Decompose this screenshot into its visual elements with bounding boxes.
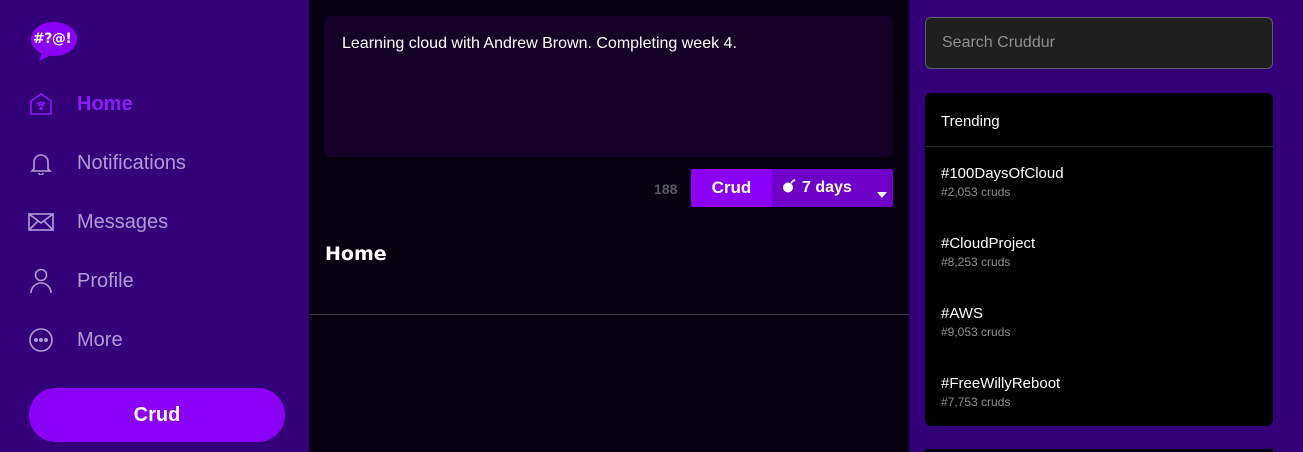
envelope-icon: [28, 209, 54, 235]
main-feed: Learning cloud with Andrew Brown. Comple…: [309, 0, 909, 452]
trending-title: Trending: [941, 113, 1000, 130]
trending-count: #7,753 cruds: [941, 395, 1011, 409]
trending-panel: Trending #100DaysOfCloud #2,053 cruds #C…: [925, 93, 1273, 426]
divider: [925, 146, 1273, 147]
sidebar-item-messages[interactable]: Messages: [28, 206, 278, 238]
more-icon: [28, 327, 54, 353]
sidebar-item-home[interactable]: Home: [28, 88, 278, 120]
user-icon: [28, 268, 54, 294]
home-icon: [28, 91, 54, 117]
trending-tag: #CloudProject: [941, 235, 1036, 252]
sidebar-item-label: More: [77, 328, 123, 351]
sidebar-item-label: Messages: [77, 210, 169, 233]
trending-tag: #AWS: [941, 305, 983, 322]
trending-tag: #100DaysOfCloud: [941, 165, 1064, 182]
search-input[interactable]: [925, 17, 1273, 69]
ttl-dropdown[interactable]: 7 days: [772, 169, 893, 207]
divider: [309, 314, 909, 315]
trending-tag: #FreeWillyReboot: [941, 375, 1061, 392]
sidebar: #?@! Home Notifications Messages Profile…: [0, 0, 309, 452]
trending-count: #8,253 cruds: [941, 255, 1011, 269]
sidebar-item-label: Home: [77, 92, 133, 115]
caret-down-icon: [877, 185, 887, 203]
trending-item[interactable]: #FreeWillyReboot #7,753 cruds: [941, 375, 1241, 409]
trending-item[interactable]: #CloudProject #8,253 cruds: [941, 235, 1241, 269]
sidebar-item-label: Notifications: [77, 151, 186, 174]
crud-button[interactable]: Crud: [29, 388, 285, 442]
bomb-icon: [782, 178, 796, 198]
trending-count: #9,053 cruds: [941, 325, 1011, 339]
compose-textarea[interactable]: Learning cloud with Andrew Brown. Comple…: [324, 16, 893, 157]
logo-text: #?@!: [33, 31, 72, 47]
crud-submit-button[interactable]: Crud: [691, 169, 772, 207]
logo[interactable]: #?@!: [29, 21, 77, 61]
sidebar-item-more[interactable]: More: [28, 324, 278, 356]
page-title: Home: [325, 243, 387, 265]
ttl-label: 7 days: [802, 179, 852, 196]
sidebar-item-profile[interactable]: Profile: [28, 265, 278, 297]
trending-item[interactable]: #AWS #9,053 cruds: [941, 305, 1241, 339]
trending-item[interactable]: #100DaysOfCloud #2,053 cruds: [941, 165, 1241, 199]
sidebar-item-label: Profile: [77, 269, 134, 292]
sidebar-item-notifications[interactable]: Notifications: [28, 147, 278, 179]
trending-count: #2,053 cruds: [941, 185, 1011, 199]
bell-icon: [28, 150, 54, 176]
character-count: 188: [654, 181, 678, 197]
